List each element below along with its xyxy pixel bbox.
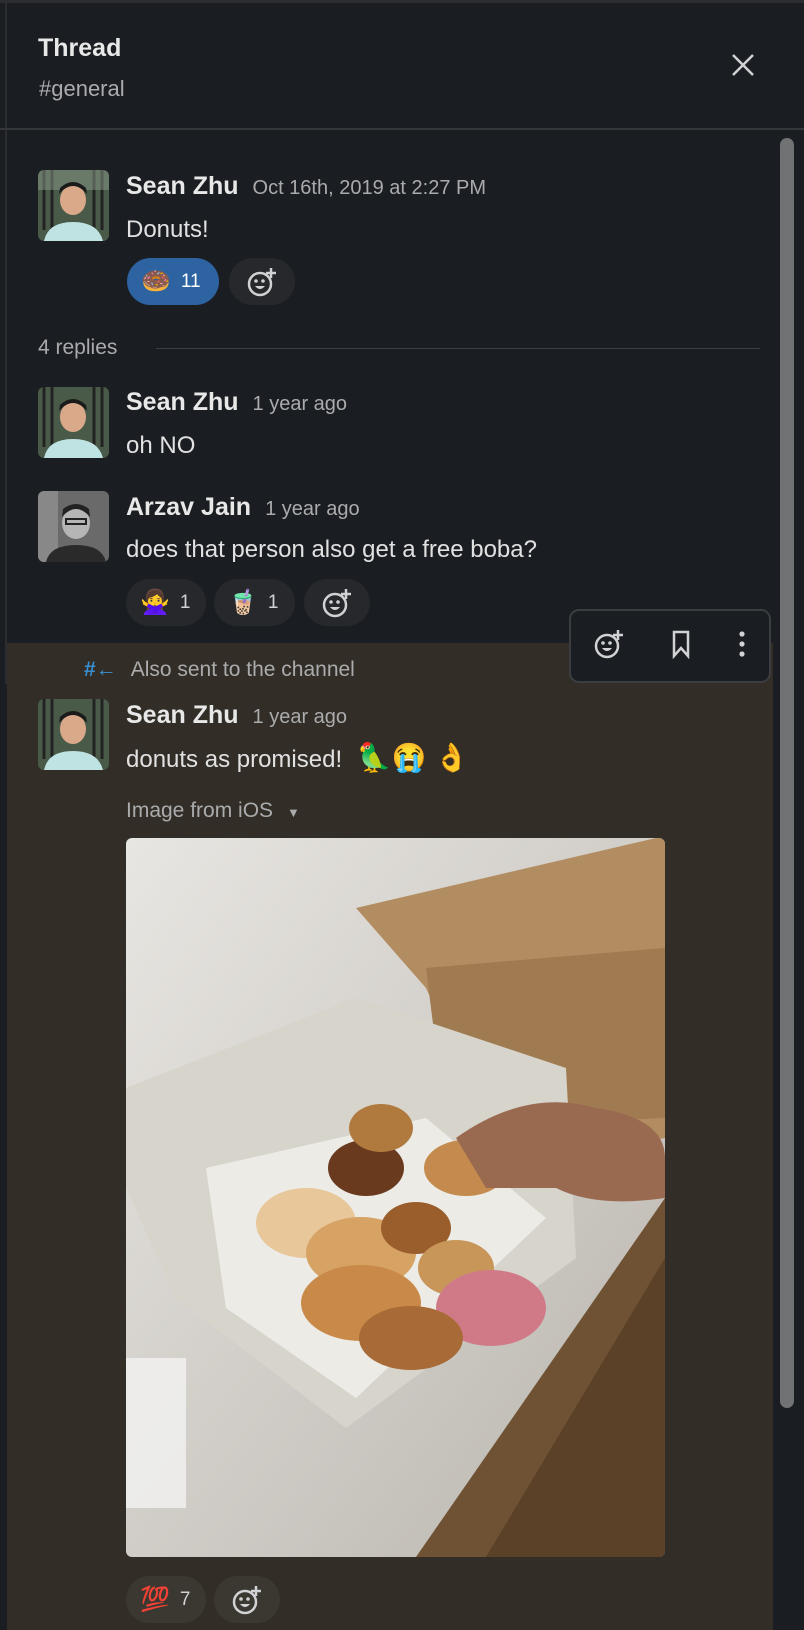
add-reaction-icon xyxy=(594,629,623,658)
message-header: Sean Zhu 1 year ago xyxy=(126,388,347,417)
message-text: does that person also get a free boba? xyxy=(126,536,537,563)
timestamp[interactable]: 1 year ago xyxy=(253,393,348,415)
more-actions-button[interactable] xyxy=(737,629,747,664)
reaction-boba[interactable]: 🧋 1 xyxy=(214,579,295,626)
no-gesture-emoji: 🙅‍♀️ xyxy=(140,588,170,616)
message-emojis: 🦜😭 👌 xyxy=(356,742,470,773)
close-icon xyxy=(732,54,754,76)
scrollbar[interactable] xyxy=(780,138,794,1408)
author-name[interactable]: Sean Zhu xyxy=(126,172,239,200)
hundred-emoji: 💯 xyxy=(140,1585,170,1613)
caret-down-icon: ▼ xyxy=(287,805,300,820)
boba-emoji: 🧋 xyxy=(228,588,258,616)
add-reaction-button[interactable] xyxy=(229,258,295,305)
thread-title: Thread xyxy=(38,34,122,62)
message-text: Donuts! xyxy=(126,216,209,243)
timestamp[interactable]: 1 year ago xyxy=(265,498,360,520)
replies-divider xyxy=(156,348,760,349)
timestamp[interactable]: 1 year ago xyxy=(253,706,348,728)
add-reaction-icon xyxy=(232,1585,261,1614)
message-header: Arzav Jain 1 year ago xyxy=(126,493,360,522)
top-border xyxy=(0,0,804,3)
reaction-count: 11 xyxy=(180,270,201,292)
attachment-image[interactable] xyxy=(126,838,665,1557)
add-reaction-button[interactable] xyxy=(214,1576,280,1623)
also-sent-text: Also sent to the channel xyxy=(130,658,355,681)
reaction-no-gesture[interactable]: 🙅‍♀️ 1 xyxy=(126,579,206,626)
channel-name[interactable]: #general xyxy=(39,76,125,102)
reaction-count: 1 xyxy=(179,591,191,613)
close-button[interactable] xyxy=(728,50,758,80)
add-reaction-button[interactable] xyxy=(593,628,625,665)
header-divider xyxy=(0,128,804,130)
avatar-arzav-jain[interactable] xyxy=(38,491,109,562)
attachment-label: Image from iOS xyxy=(126,799,274,822)
message-header: Sean Zhu 1 year ago xyxy=(126,701,347,730)
add-reaction-icon xyxy=(322,588,351,617)
reaction-count: 7 xyxy=(179,1588,191,1610)
message-text: donuts as promised! 🦜😭 👌 xyxy=(126,744,469,774)
reaction-donut[interactable]: 🍩 11 xyxy=(127,258,219,305)
hash-arrow-icon: #← xyxy=(84,658,117,681)
attachment-title[interactable]: Image from iOS ▼ xyxy=(126,799,300,823)
avatar-sean-zhu[interactable] xyxy=(38,387,109,458)
more-vertical-icon xyxy=(739,630,745,657)
add-reaction-icon xyxy=(247,267,276,296)
reaction-100[interactable]: 💯 7 xyxy=(126,1576,206,1623)
also-sent-label: #← Also sent to the channel xyxy=(84,658,355,682)
timestamp[interactable]: Oct 16th, 2019 at 2:27 PM xyxy=(253,177,486,199)
bookmark-icon xyxy=(672,630,690,659)
replies-count: 4 replies xyxy=(38,336,118,359)
avatar-sean-zhu[interactable] xyxy=(38,699,109,770)
message-actions-toolbar xyxy=(569,609,771,683)
avatar-sean-zhu[interactable] xyxy=(38,170,109,241)
message-header: Sean Zhu Oct 16th, 2019 at 2:27 PM xyxy=(126,172,486,201)
author-name[interactable]: Sean Zhu xyxy=(126,701,239,729)
author-name[interactable]: Sean Zhu xyxy=(126,388,239,416)
left-border xyxy=(5,0,7,684)
message-text: oh NO xyxy=(126,432,196,459)
donut-emoji: 🍩 xyxy=(141,267,171,295)
add-reaction-button[interactable] xyxy=(304,579,370,626)
reaction-count: 1 xyxy=(267,591,279,613)
save-button[interactable] xyxy=(669,629,693,664)
message-body: donuts as promised! xyxy=(126,746,343,773)
author-name[interactable]: Arzav Jain xyxy=(126,493,251,521)
